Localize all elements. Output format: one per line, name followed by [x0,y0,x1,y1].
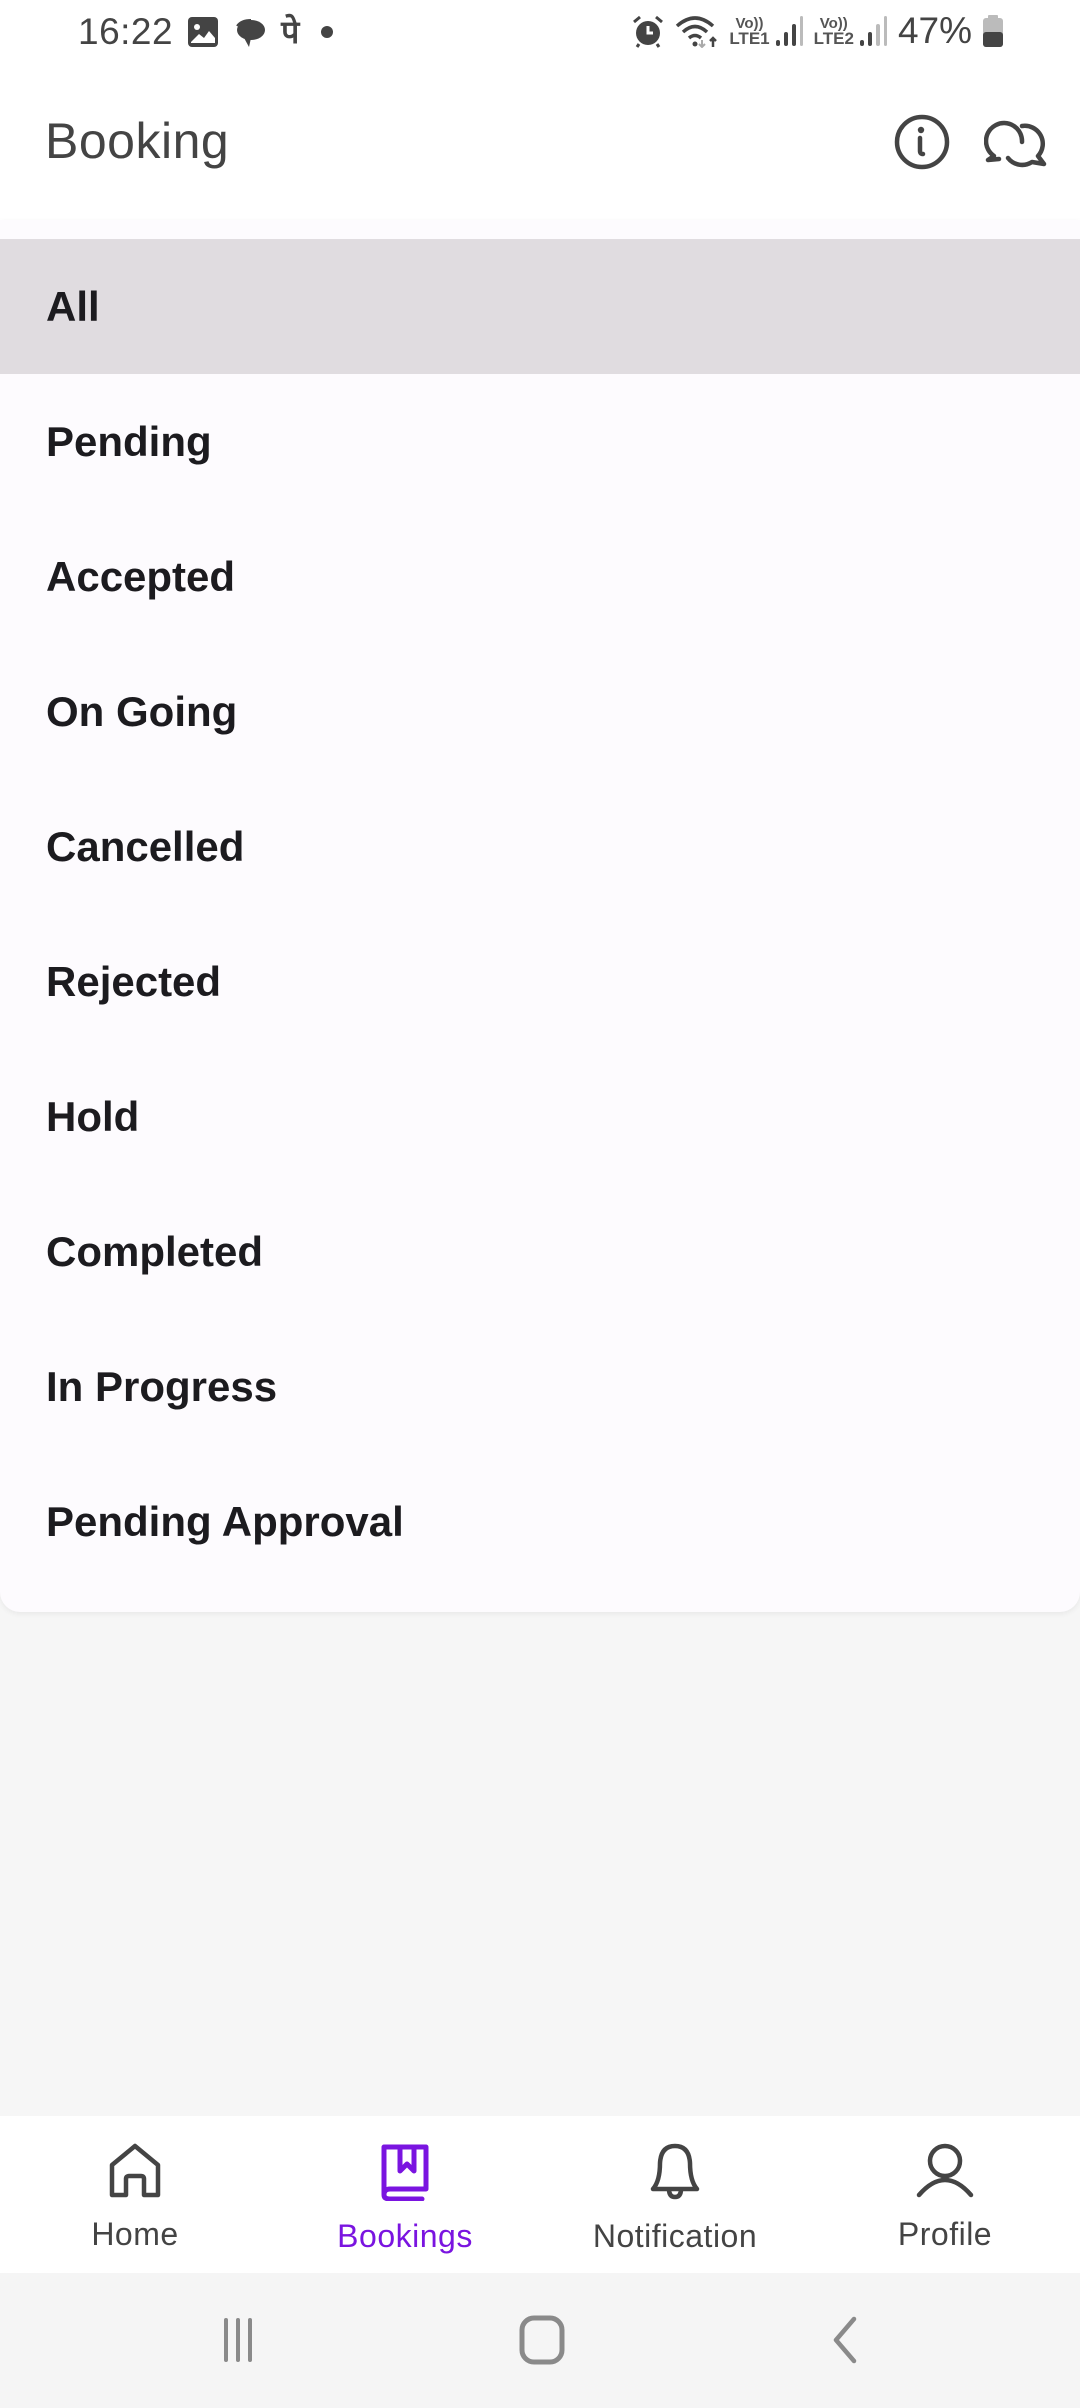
info-icon [893,113,951,176]
bookmark-book-icon [380,2143,430,2206]
menu-item-on-going[interactable]: On Going [0,644,1080,779]
back-button[interactable] [810,2307,880,2377]
gallery-icon [187,16,219,48]
nav-item-bookings[interactable]: Bookings [270,2116,540,2273]
alarm-icon [631,14,665,48]
recents-icon [220,2317,260,2368]
menu-item-rejected[interactable]: Rejected [0,914,1080,1049]
recents-button[interactable] [205,2307,275,2377]
signal-sim1-icon: Vo)) LTE1 [729,14,803,48]
back-icon [830,2316,860,2369]
nav-item-home[interactable]: Home [0,2116,270,2273]
page-title: Booking [45,113,230,169]
home-icon [519,2315,565,2370]
app-bar: Booking [0,64,1080,220]
menu-item-pending[interactable]: Pending [0,374,1080,509]
status-time: 16:22 [78,10,174,52]
chat-bubble-icon [233,16,267,48]
menu-item-accepted[interactable]: Accepted [0,509,1080,644]
menu-item-all[interactable]: All [0,239,1080,374]
chat-icon [983,112,1048,177]
info-button[interactable] [890,112,954,176]
nav-label-home: Home [91,2216,179,2252]
menu-item-pending-approval[interactable]: Pending Approval [0,1454,1080,1589]
signal-sim2-icon: Vo)) LTE2 [814,14,888,48]
system-home-button[interactable] [507,2307,577,2377]
status-filter-menu: All Pending Accepted On Going Cancelled … [0,220,1080,1612]
menu-item-hold[interactable]: Hold [0,1049,1080,1184]
status-left: 16:22 पे [78,10,337,53]
status-bar: 16:22 पे Vo)) LTE1 Vo)) LTE2 47% [0,0,1080,64]
battery-percent: 47% [897,10,972,51]
nav-label-notification: Notification [592,2218,758,2254]
dot-icon [313,25,337,39]
battery-icon [982,14,1004,48]
nav-label-bookings: Bookings [337,2218,473,2254]
home-icon [108,2143,162,2204]
nav-item-notification[interactable]: Notification [540,2116,810,2273]
nav-item-profile[interactable]: Profile [810,2116,1080,2273]
chat-button[interactable] [983,112,1048,177]
status-right: Vo)) LTE1 Vo)) LTE2 47% [631,10,1004,52]
menu-item-cancelled[interactable]: Cancelled [0,779,1080,914]
wifi-icon [675,14,719,48]
bottom-navigation: Home Bookings Notification Profile [0,2116,1080,2273]
nav-label-profile: Profile [897,2216,993,2252]
bell-icon [648,2143,702,2206]
system-navigation-bar [0,2273,1080,2408]
phonepe-icon: पे [281,14,300,50]
person-icon [915,2143,975,2204]
menu-item-in-progress[interactable]: In Progress [0,1319,1080,1454]
menu-item-completed[interactable]: Completed [0,1184,1080,1319]
